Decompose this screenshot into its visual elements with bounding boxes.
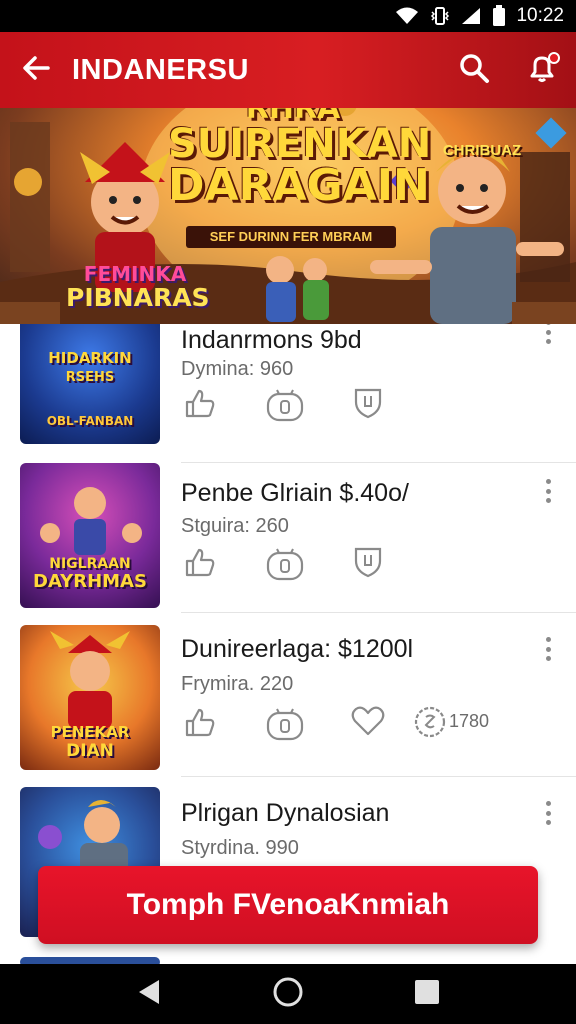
thumbnail-label-1: HIDARKIN — [48, 349, 132, 367]
thumbnail-label-2: DIAN — [66, 741, 114, 761]
primary-cta-button[interactable]: Tomph FVenoaKnmiah — [38, 866, 538, 944]
thumbs-up-icon[interactable] — [183, 545, 217, 584]
gamepad-icon[interactable] — [265, 705, 305, 750]
nav-back-icon[interactable] — [135, 978, 163, 1011]
divider — [181, 776, 576, 777]
app-bar: INDANERSU — [0, 32, 576, 108]
item-actions — [181, 386, 511, 426]
item-actions — [181, 545, 511, 585]
item-title: Penbe Glriain $.40o/ — [181, 479, 409, 507]
heart-icon[interactable] — [351, 705, 385, 742]
item-meta: Dymina: 960 — [181, 358, 294, 380]
shield-icon[interactable] — [353, 386, 383, 425]
signal-icon — [460, 6, 482, 26]
more-options-button[interactable] — [538, 797, 558, 829]
search-button[interactable] — [440, 32, 508, 108]
back-button[interactable] — [0, 32, 72, 108]
notification-badge — [548, 52, 560, 64]
coin-icon[interactable] — [413, 705, 447, 744]
more-options-button[interactable] — [538, 633, 558, 665]
status-bar: 10:22 — [0, 0, 576, 32]
item-counter: 1780 — [449, 711, 490, 731]
list-item[interactable]: PENEKAR DIAN Dunireerlaga: $1200l Frymir… — [0, 625, 576, 787]
wifi-icon — [394, 6, 420, 26]
thumbnail-label-2: DAYRHMAS — [33, 571, 147, 592]
banner-headline-line-2: SUIRENKAN — [168, 121, 432, 167]
thumbnail-label-3: OBL-FANBAN — [46, 414, 134, 428]
nav-recents-icon[interactable] — [413, 978, 441, 1011]
back-arrow-icon — [21, 53, 51, 88]
item-actions: 1780 — [181, 705, 511, 745]
nav-home-icon[interactable] — [272, 976, 304, 1013]
app-title: INDANERSU — [72, 53, 249, 86]
thumbnail-label-2: RSEHS — [65, 370, 115, 385]
list-item[interactable]: HIDARKIN RSEHS OBL-FANBAN Indanrmons 9bd… — [0, 299, 576, 462]
banner-badge-right: CHRIBUAZ — [442, 142, 522, 159]
game-thumbnail: PENEKAR DIAN — [20, 625, 160, 770]
search-icon — [458, 52, 490, 89]
status-time: 10:22 — [516, 5, 564, 26]
divider — [181, 612, 576, 613]
item-meta: Frymira. 220 — [181, 673, 294, 695]
banner-badge-left-line-2: PIBNARAS — [66, 283, 210, 312]
thumbs-up-icon[interactable] — [183, 386, 217, 425]
banner-headline-line-3: DARAGAIN — [168, 160, 430, 211]
item-title: Indanrmons 9bd — [181, 326, 362, 354]
item-meta: Styrdina. 990 — [181, 837, 299, 859]
battery-icon — [492, 5, 506, 27]
item-meta: Stguira: 260 — [181, 515, 289, 537]
banner-headline: RHRA SUIRENKAN DARAGAIN — [168, 94, 432, 211]
thumbs-up-icon[interactable] — [183, 705, 217, 744]
more-options-button[interactable] — [538, 475, 558, 507]
vibrate-icon — [430, 6, 450, 26]
banner-badge-left-line-1: FEMINKA — [83, 262, 187, 286]
item-title: Dunireerlaga: $1200l — [181, 635, 414, 663]
banner-subtitle: SEF DURINN FER MBRAM — [186, 226, 396, 248]
item-title: Plrigan Dynalosian — [181, 799, 390, 827]
game-thumbnail: NIGLRAAN DAYRHMAS — [20, 463, 160, 608]
notifications-button[interactable] — [508, 32, 576, 108]
list-item[interactable]: NIGLRAAN DAYRHMAS Penbe Glriain $.40o/ S… — [0, 463, 576, 625]
system-nav-bar — [0, 964, 576, 1024]
thumbnail-label-1: PENEKAR — [50, 723, 130, 741]
shield-icon[interactable] — [353, 545, 383, 584]
gamepad-icon[interactable] — [265, 386, 305, 431]
banner-badge-left: FEMINKA PIBNARAS — [66, 262, 210, 312]
gamepad-icon[interactable] — [265, 545, 305, 590]
thumbnail-label-1: NIGLRAAN — [49, 556, 131, 572]
